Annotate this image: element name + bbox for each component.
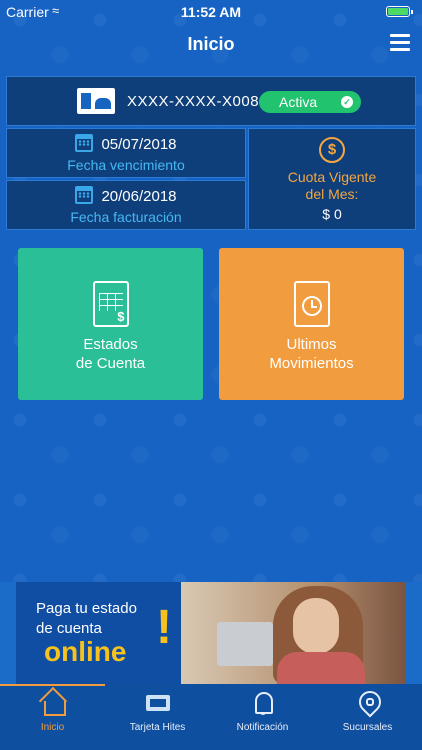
check-icon: ✓: [341, 96, 353, 108]
calendar-icon: [75, 186, 94, 204]
tab-bar: Inicio Tarjeta Hites Notificación Sucurs…: [0, 684, 422, 750]
tab-inicio[interactable]: Inicio: [0, 690, 105, 733]
clock: 11:52 AM: [180, 4, 242, 20]
hites-logo: [77, 88, 115, 114]
dollar-icon: $: [319, 137, 345, 163]
tab-notificacion-label: Notificación: [236, 722, 289, 733]
account-statements-label-line2: de Cuenta: [75, 355, 146, 372]
status-badge-label: Activa: [279, 94, 318, 110]
status-bar: Carrier ≈ 11:52 AM: [0, 0, 422, 24]
card-number: XXXX-XXXX-X008: [127, 93, 260, 110]
tab-inicio-label: Inicio: [40, 722, 65, 733]
promo-photo: [181, 582, 406, 684]
due-date-label: Fecha vencimiento: [67, 157, 185, 173]
nav-bar: Inicio: [0, 24, 422, 68]
tab-tarjeta-hites-label: Tarjeta Hites: [129, 722, 186, 733]
promo-line-2: de cuenta: [36, 620, 102, 637]
promo-highlight: online: [44, 636, 127, 667]
quota-value: $ 0: [322, 206, 342, 222]
promo-text-panel: Paga tu estado de cuenta online !: [16, 582, 181, 684]
promo-exclamation: !: [156, 601, 172, 654]
hamburger-menu-icon[interactable]: [390, 34, 410, 52]
bell-icon: [251, 690, 275, 716]
billing-date-value: 20/06/2018: [101, 188, 177, 205]
recent-movements-button[interactable]: Ultimos Movimientos: [219, 248, 404, 400]
page-title: Inicio: [187, 34, 235, 54]
due-date-value: 05/07/2018: [101, 136, 177, 153]
card-summary: XXXX-XXXX-X008 Activa ✓: [6, 76, 416, 126]
billing-date-label: Fecha facturación: [70, 209, 182, 225]
tab-sucursales-label: Sucursales: [342, 722, 393, 733]
monthly-quota-box: $ Cuota Vigente del Mes: $ 0: [248, 128, 416, 230]
laptop-illustration: [217, 622, 273, 666]
recent-movements-label-line1: Ultimos: [286, 336, 337, 353]
account-statements-button[interactable]: $ Estados de Cuenta: [18, 248, 203, 400]
status-badge: Activa ✓: [259, 91, 361, 113]
promo-banner[interactable]: Paga tu estado de cuenta online !: [0, 582, 422, 684]
document-history-icon: [293, 281, 330, 327]
tab-tarjeta-hites[interactable]: Tarjeta Hites: [105, 690, 210, 733]
card-icon: [145, 690, 171, 716]
tab-notificacion[interactable]: Notificación: [210, 690, 315, 733]
quota-label: Cuota Vigente del Mes:: [287, 169, 377, 202]
account-statements-label-line1: Estados: [83, 336, 138, 353]
recent-movements-label-line2: Movimientos: [269, 355, 354, 372]
billing-date-box: 20/06/2018 Fecha facturación: [6, 180, 246, 230]
promo-line-1: Paga tu estado: [36, 600, 137, 617]
location-pin-icon: [356, 690, 380, 716]
home-icon: [41, 690, 66, 716]
tab-sucursales[interactable]: Sucursales: [315, 690, 420, 733]
calendar-icon: [75, 134, 94, 152]
spreadsheet-document-icon: $: [92, 281, 129, 327]
battery-icon: [386, 6, 413, 17]
due-date-box: 05/07/2018 Fecha vencimiento: [6, 128, 246, 178]
